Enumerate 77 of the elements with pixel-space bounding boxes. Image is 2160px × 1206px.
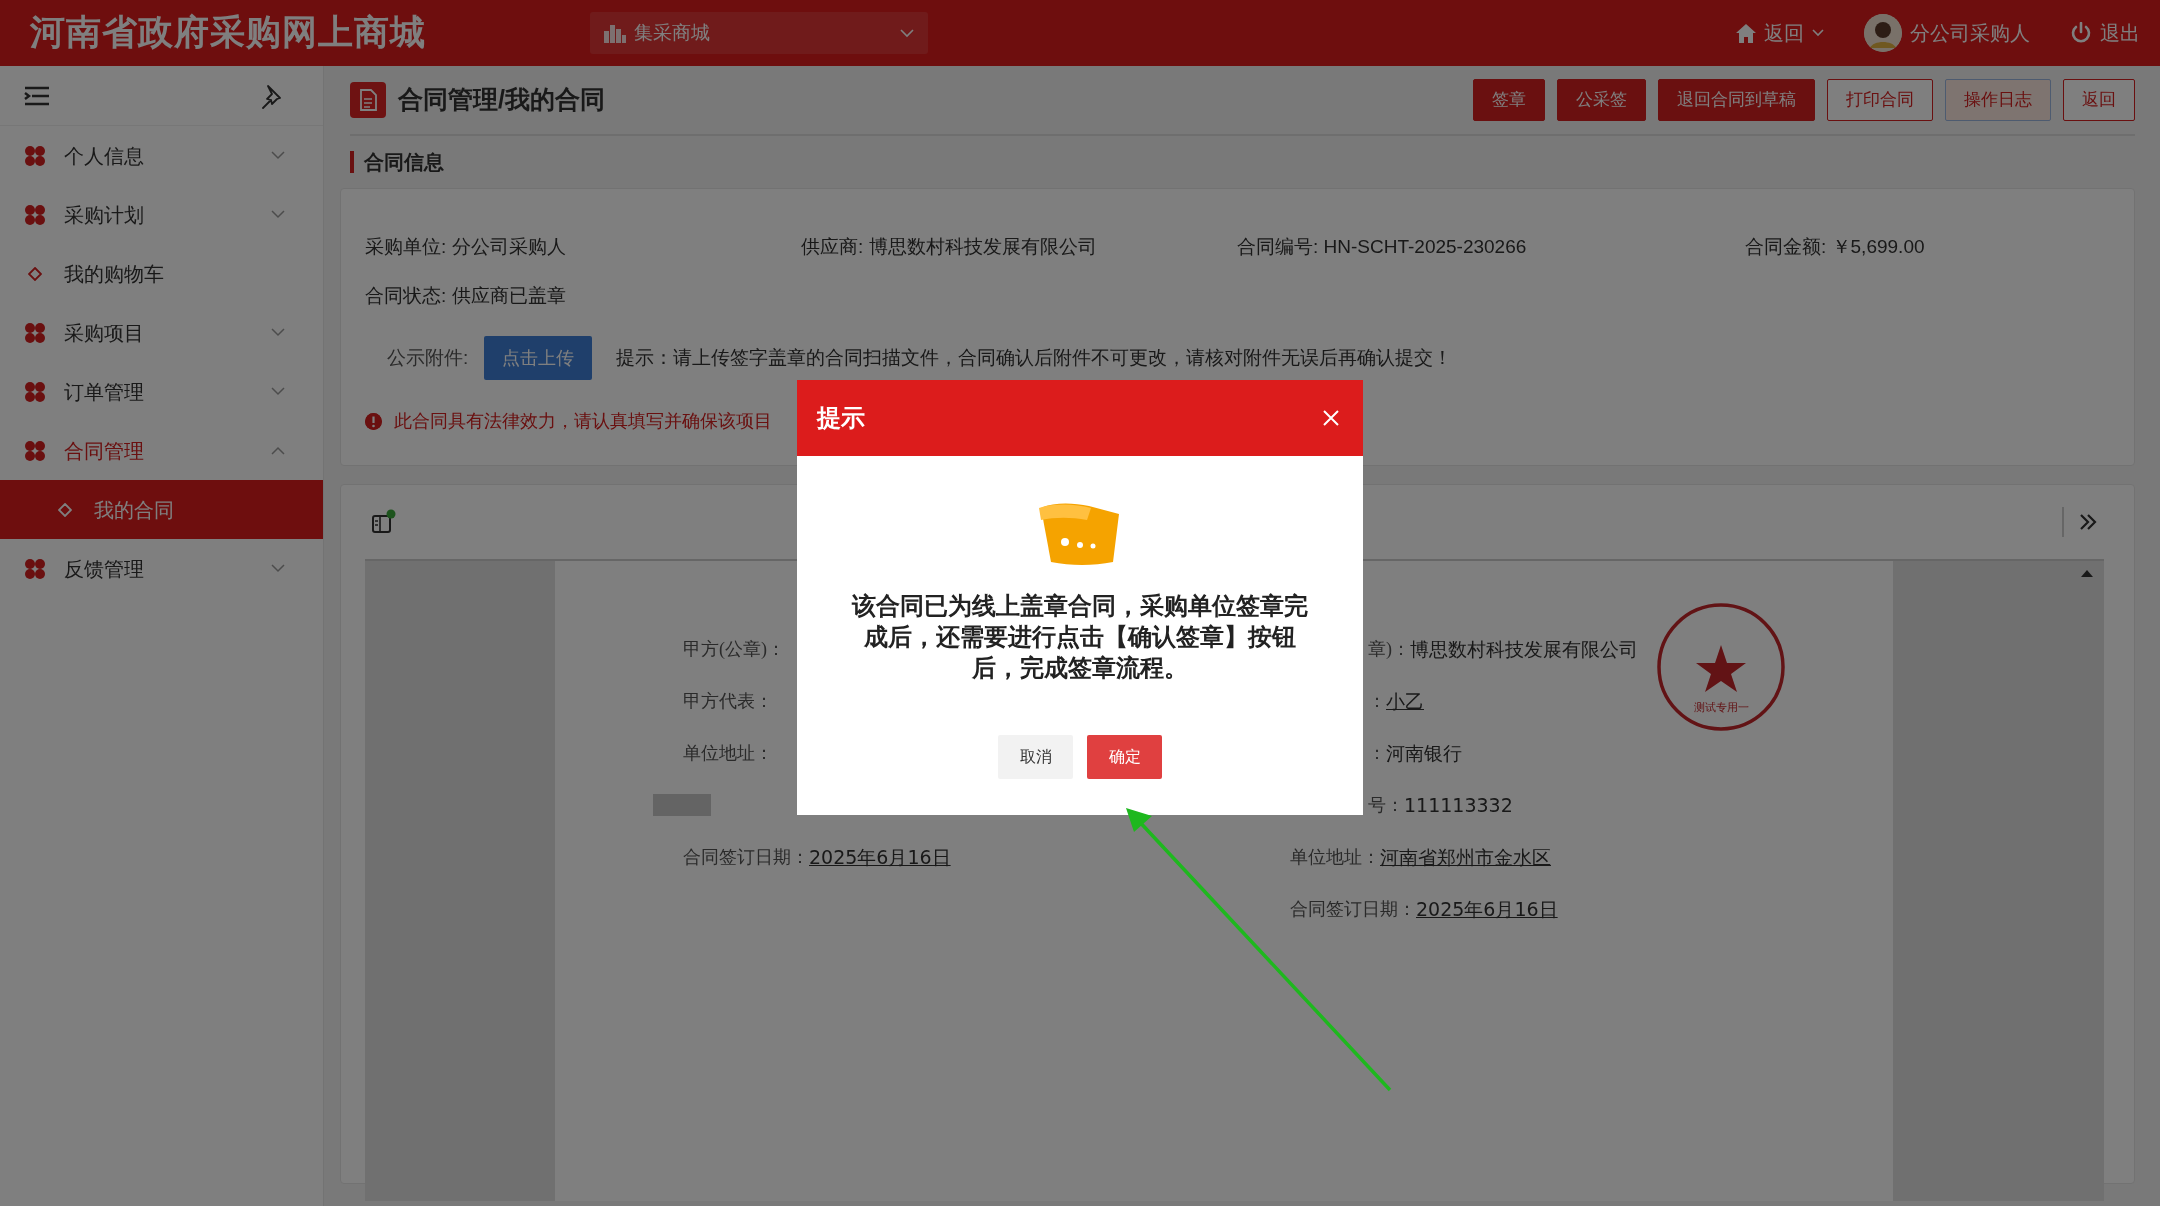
field-label: 章)： — [1368, 637, 1410, 661]
warning-text: 此合同具有法律效力，请认真填写并确保该项目 — [394, 410, 772, 433]
info-field: 合同编号: HN-SCHT-2025-230266 — [1237, 233, 1745, 262]
blurred-block — [653, 794, 711, 816]
info-field: 合同金额: ￥5,699.00 — [1745, 233, 2134, 262]
chevron-icon — [271, 210, 285, 219]
sidebar-item[interactable]: 我的合同 — [0, 480, 323, 539]
field-value: 2025年6月16日 — [809, 844, 951, 870]
field-label: 合同签订日期： — [1290, 897, 1416, 921]
logout-link[interactable]: 退出 — [2070, 18, 2140, 48]
chevron-icon — [271, 151, 285, 160]
field-value: 2025年6月16日 — [1416, 896, 1558, 922]
toolbar-button[interactable]: 打印合同 — [1827, 79, 1933, 121]
cancel-button[interactable]: 取消 — [998, 735, 1073, 779]
field-value: 博思数村科技发展有限公司 — [1410, 636, 1638, 662]
petals-icon — [24, 380, 46, 403]
back-menu[interactable]: 返回 — [1736, 18, 1824, 48]
bar-chart-icon — [604, 23, 626, 43]
field-label: 甲方代表： — [683, 689, 773, 713]
document-icon — [350, 82, 386, 118]
field-label: 合同签订日期： — [683, 845, 809, 869]
petals-icon — [24, 144, 46, 167]
info-field: 采购单位: 分公司采购人 — [365, 233, 801, 262]
toolbar-button[interactable]: 公采签 — [1557, 79, 1646, 121]
field-label: 单位地址： — [1290, 845, 1380, 869]
petals-icon — [24, 439, 46, 462]
dialog-title: 提示 — [817, 403, 865, 433]
section-title: 合同信息 — [350, 151, 444, 173]
chevron-icon — [271, 328, 285, 337]
petals-icon — [24, 557, 46, 580]
field-label: ： — [1368, 741, 1386, 765]
chevron-down-icon — [1812, 29, 1824, 37]
warning-icon — [365, 413, 382, 430]
info-field: 供应商: 博思数村科技发展有限公司 — [801, 233, 1237, 262]
power-icon — [2070, 22, 2092, 44]
user-menu[interactable]: 分公司采购人 — [1864, 14, 2030, 52]
double-chevron-icon[interactable] — [2078, 512, 2098, 532]
chevron-icon — [271, 564, 285, 573]
field-label: 单位地址： — [683, 741, 773, 765]
field-value: 小乙 — [1386, 688, 1424, 714]
chevron-icon — [271, 446, 285, 455]
toolbar-button[interactable]: 返回 — [2063, 79, 2135, 121]
field-value: 111113332 — [1404, 792, 1513, 818]
confirm-button[interactable]: 确定 — [1087, 735, 1162, 779]
field-label: 甲方(公章)： — [683, 637, 785, 661]
petals-icon — [24, 203, 46, 226]
field-label: 号： — [1368, 793, 1404, 817]
sidebar-item[interactable]: 订单管理 — [0, 362, 323, 421]
field-value: 河南银行 — [1386, 740, 1462, 766]
scroll-up-icon[interactable] — [2081, 569, 2093, 577]
upload-button[interactable]: 点击上传 — [484, 336, 593, 380]
menu-icon[interactable] — [24, 85, 50, 106]
sidebar-item[interactable]: 采购项目 — [0, 303, 323, 362]
site-title: 河南省政府采购网上商城 — [30, 11, 427, 54]
attachment-label: 公示附件: — [387, 345, 469, 370]
sidebar-item[interactable]: 个人信息 — [0, 126, 323, 185]
dialog-message: 该合同已为线上盖章合同，采购单位签章完成后，还需要进行点击【确认签章】按钮后，完成签章流程。 — [852, 591, 1308, 683]
sidebar-item[interactable]: 合同管理 — [0, 421, 323, 480]
pin-icon[interactable] — [259, 82, 283, 109]
sidebar-item[interactable]: 反馈管理 — [0, 539, 323, 598]
sidebar-toggle-icon[interactable] — [371, 509, 397, 535]
toolbar-button[interactable]: 签章 — [1473, 79, 1545, 121]
petals-icon — [24, 321, 46, 344]
chevron-icon — [271, 387, 285, 396]
avatar-icon — [1864, 14, 1902, 52]
chevron-down-icon — [900, 28, 914, 38]
toolbar-button[interactable]: 操作日志 — [1945, 79, 2051, 121]
info-field: 合同状态: 供应商已盖章 — [365, 281, 801, 310]
field-label: ： — [1368, 689, 1386, 713]
toolbar-button[interactable]: 退回合同到草稿 — [1658, 79, 1815, 121]
sidebar-item[interactable]: 我的购物车 — [0, 244, 323, 303]
sidebar-item[interactable]: 采购计划 — [0, 185, 323, 244]
home-icon — [1736, 23, 1756, 43]
upload-hint: 提示：请上传签字盖章的合同扫描文件，合同确认后附件不可更改，请核对附件无误后再确认提交！ — [616, 345, 1453, 370]
field-value: 河南省郑州市金水区 — [1380, 844, 1551, 870]
page-title: 合同管理/我的合同 — [398, 84, 605, 116]
seal-stamp: 测试专用一 — [1655, 601, 1787, 733]
